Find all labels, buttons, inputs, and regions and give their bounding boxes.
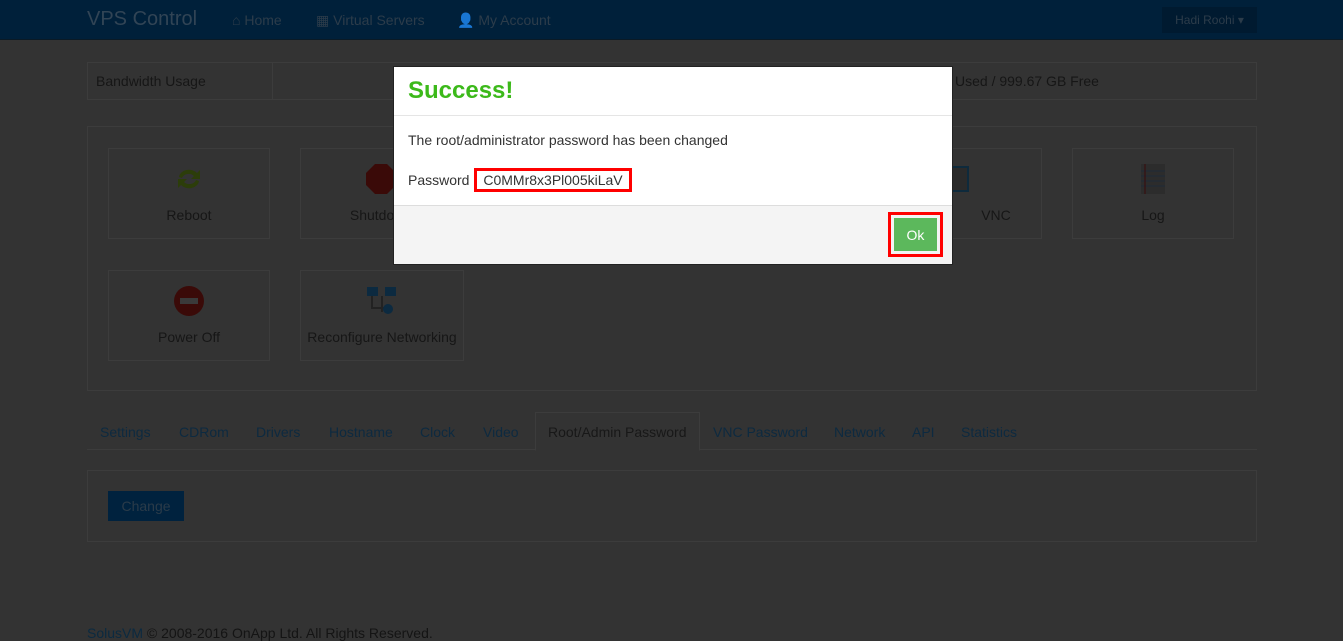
tab-vnc-password[interactable]: VNC Password <box>713 424 808 440</box>
reboot-label: Reboot <box>166 207 212 223</box>
footer-text: © 2008-2016 OnApp Ltd. All Rights Reserv… <box>146 625 433 641</box>
password-value: C0MMr8x3Pl005kiLaV <box>474 168 632 192</box>
modal-message: The root/administrator password has been… <box>408 132 728 148</box>
tab-network[interactable]: Network <box>834 424 885 440</box>
password-label: Password <box>408 172 470 188</box>
nav-home-label: Home <box>244 12 282 28</box>
reconfigure-networking-button[interactable]: Reconfigure Networking <box>300 270 464 361</box>
nav-virtual-servers[interactable]: ▦ Virtual Servers <box>316 12 425 29</box>
tab-hostname[interactable]: Hostname <box>329 424 393 440</box>
tab-root-admin-password[interactable]: Root/Admin Password <box>535 412 700 451</box>
user-icon: 👤 <box>457 12 475 28</box>
network-icon <box>367 287 396 314</box>
nav-my-account[interactable]: 👤 My Account <box>457 12 551 29</box>
reboot-button[interactable]: Reboot <box>108 148 270 239</box>
bandwidth-value: Used / 999.67 GB Free <box>955 73 1099 89</box>
tab-clock[interactable]: Clock <box>420 424 455 440</box>
modal-title: Success! <box>408 77 514 104</box>
footer: SolusVM © 2008-2016 OnApp Ltd. All Right… <box>87 625 433 641</box>
reconfigure-networking-label: Reconfigure Networking <box>307 329 457 345</box>
tab-drivers[interactable]: Drivers <box>256 424 300 440</box>
power-off-button[interactable]: Power Off <box>108 270 270 361</box>
tab-content <box>87 470 1257 542</box>
home-icon: ⌂ <box>232 12 241 28</box>
nav-vs-label: Virtual Servers <box>333 12 425 28</box>
brand[interactable]: VPS Control <box>87 8 197 31</box>
power-off-label: Power Off <box>158 329 220 345</box>
bandwidth-label: Bandwidth Usage <box>88 63 273 99</box>
log-button[interactable]: Log <box>1072 148 1234 239</box>
power-off-icon <box>174 286 204 316</box>
tab-settings[interactable]: Settings <box>100 424 151 440</box>
grid-icon: ▦ <box>316 12 330 28</box>
success-modal: Success! The root/administrator password… <box>393 66 953 265</box>
tab-statistics[interactable]: Statistics <box>961 424 1017 440</box>
log-label: Log <box>1141 207 1165 223</box>
ok-highlight: Ok <box>888 212 943 257</box>
nav-home[interactable]: ⌂ Home <box>232 12 282 28</box>
solusvm-link[interactable]: SolusVM <box>87 625 143 641</box>
log-icon <box>1141 164 1165 194</box>
tab-cdrom[interactable]: CDRom <box>179 424 229 440</box>
user-menu[interactable]: Hadi Roohi ▾ <box>1162 7 1257 33</box>
top-navbar: VPS Control ⌂ Home ▦ Virtual Servers 👤 M… <box>0 0 1343 40</box>
tab-video[interactable]: Video <box>483 424 519 440</box>
nav-account-label: My Account <box>478 12 551 28</box>
settings-tabs: Settings CDRom Drivers Hostname Clock Vi… <box>87 412 1257 451</box>
user-name: Hadi Roohi <box>1175 13 1235 27</box>
change-button[interactable]: Change <box>108 491 184 521</box>
ok-button[interactable]: Ok <box>894 218 937 251</box>
tab-api[interactable]: API <box>912 424 935 440</box>
reboot-icon <box>178 169 200 189</box>
caret-down-icon: ▾ <box>1237 13 1244 27</box>
